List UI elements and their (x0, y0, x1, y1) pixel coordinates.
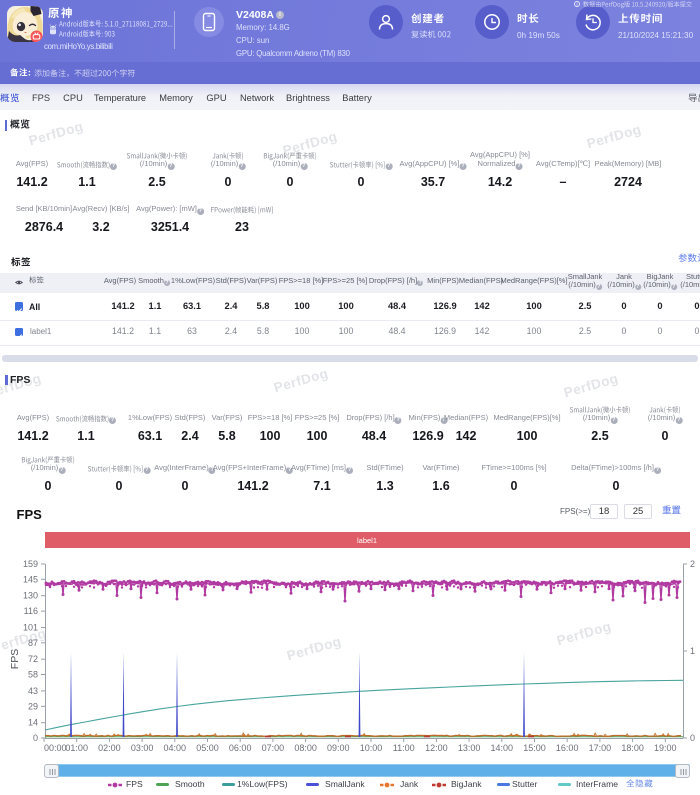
svg-text:14: 14 (28, 718, 38, 728)
svg-text:130: 130 (23, 591, 38, 601)
svg-text:04:00: 04:00 (164, 743, 187, 753)
svg-text:29: 29 (28, 701, 38, 711)
svg-text:2: 2 (690, 559, 695, 569)
svg-text:17:00: 17:00 (589, 743, 612, 753)
svg-text:07:00: 07:00 (262, 743, 285, 753)
svg-text:15:00: 15:00 (523, 743, 546, 753)
svg-text:12:00: 12:00 (425, 743, 448, 753)
svg-text:08:00: 08:00 (294, 743, 317, 753)
svg-text:16:00: 16:00 (556, 743, 579, 753)
svg-text:101: 101 (23, 623, 38, 633)
svg-text:18:00: 18:00 (621, 743, 644, 753)
svg-text:06:00: 06:00 (229, 743, 252, 753)
svg-text:01:00: 01:00 (65, 743, 88, 753)
svg-text:58: 58 (28, 670, 38, 680)
svg-text:00:00: 00:00 (44, 743, 67, 753)
svg-text:159: 159 (23, 559, 38, 569)
svg-text:FPS: FPS (9, 649, 21, 669)
svg-text:0: 0 (33, 733, 38, 743)
svg-text:09:00: 09:00 (327, 743, 350, 753)
svg-text:10:00: 10:00 (360, 743, 383, 753)
svg-text:87: 87 (28, 638, 38, 648)
svg-text:43: 43 (28, 686, 38, 696)
svg-text:145: 145 (23, 574, 38, 584)
svg-text:05:00: 05:00 (196, 743, 219, 753)
svg-text:02:00: 02:00 (98, 743, 121, 753)
svg-text:14:00: 14:00 (491, 743, 514, 753)
svg-text:19:00: 19:00 (654, 743, 677, 753)
svg-text:72: 72 (28, 654, 38, 664)
svg-text:11:00: 11:00 (393, 743, 415, 753)
svg-text:13:00: 13:00 (458, 743, 481, 753)
svg-text:03:00: 03:00 (131, 743, 154, 753)
svg-text:0: 0 (690, 733, 695, 743)
svg-text:116: 116 (24, 606, 38, 616)
svg-text:1: 1 (690, 646, 695, 656)
